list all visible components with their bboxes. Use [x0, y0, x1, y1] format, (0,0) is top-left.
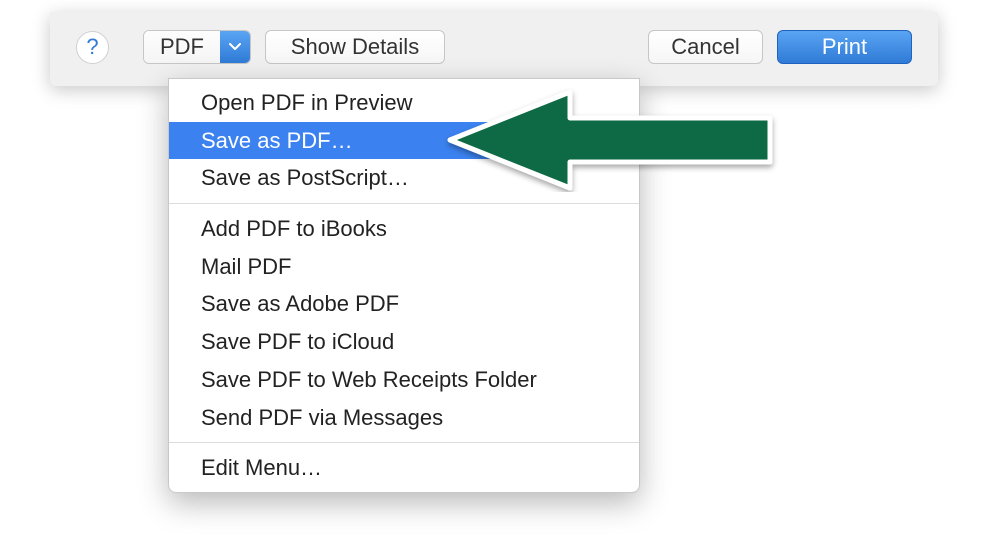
menu-separator [169, 203, 639, 204]
cancel-label: Cancel [671, 34, 739, 60]
menu-item-save-as-postscript[interactable]: Save as PostScript… [169, 159, 639, 197]
chevron-down-icon [220, 31, 250, 63]
print-label: Print [822, 34, 867, 60]
show-details-button[interactable]: Show Details [265, 30, 445, 64]
menu-item-edit-menu[interactable]: Edit Menu… [169, 449, 639, 487]
menu-item-add-pdf-ibooks[interactable]: Add PDF to iBooks [169, 210, 639, 248]
menu-item-save-adobe-pdf[interactable]: Save as Adobe PDF [169, 285, 639, 323]
help-icon: ? [86, 34, 98, 60]
toolbar: ? PDF Show Details Cancel Print [76, 30, 912, 64]
menu-item-save-as-pdf[interactable]: Save as PDF… [169, 122, 639, 160]
menu-item-mail-pdf[interactable]: Mail PDF [169, 248, 639, 286]
cancel-button[interactable]: Cancel [648, 30, 763, 64]
menu-item-send-pdf-messages[interactable]: Send PDF via Messages [169, 399, 639, 437]
pdf-dropdown-label: PDF [144, 31, 220, 63]
help-button[interactable]: ? [76, 31, 109, 64]
menu-separator [169, 442, 639, 443]
show-details-label: Show Details [291, 34, 419, 60]
menu-item-open-pdf-preview[interactable]: Open PDF in Preview [169, 84, 639, 122]
print-button[interactable]: Print [777, 30, 912, 64]
print-dialog-footer: ? PDF Show Details Cancel Print [50, 12, 938, 86]
pdf-dropdown-menu: Open PDF in Preview Save as PDF… Save as… [168, 78, 640, 493]
menu-item-save-pdf-icloud[interactable]: Save PDF to iCloud [169, 323, 639, 361]
pdf-dropdown[interactable]: PDF [143, 30, 251, 64]
menu-item-save-pdf-web-receipts[interactable]: Save PDF to Web Receipts Folder [169, 361, 639, 399]
